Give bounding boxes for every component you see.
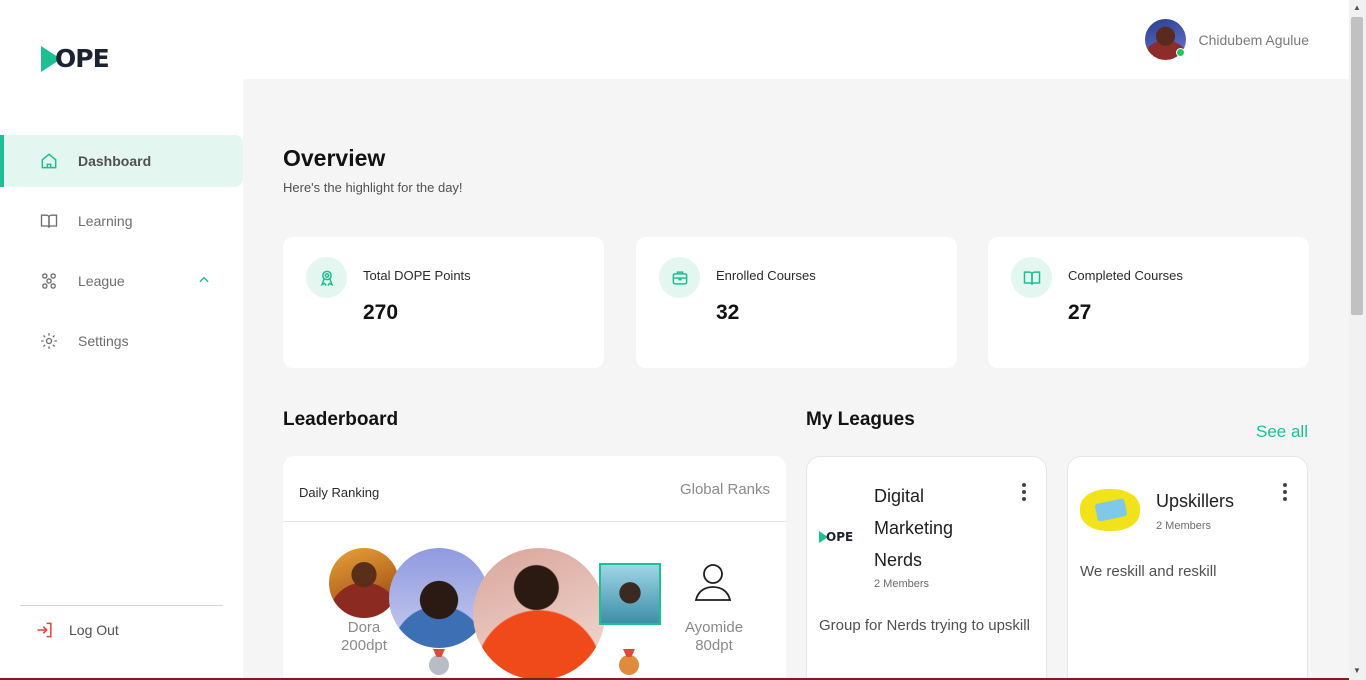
sidebar-divider xyxy=(20,605,223,606)
rank-entry-ayomide: Ayomide 80dpt xyxy=(674,619,754,655)
book-icon xyxy=(38,210,60,232)
online-status-indicator xyxy=(1176,48,1186,57)
stat-card-enrolled: Enrolled Courses 32 xyxy=(636,237,957,368)
my-leagues-title: My Leagues xyxy=(806,409,915,430)
sidebar-item-label: League xyxy=(78,273,125,289)
sidebar-item-label: Settings xyxy=(78,333,129,349)
sidebar-item-learning[interactable]: Learning xyxy=(0,195,243,247)
dope-logo[interactable]: OPE xyxy=(41,44,110,73)
stat-value: 32 xyxy=(716,301,740,324)
stat-label: Total DOPE Points xyxy=(363,268,471,283)
scroll-up-icon[interactable]: ▲ xyxy=(1353,3,1361,12)
rank-name: Ayomide xyxy=(684,619,744,636)
page-title: Overview xyxy=(283,145,386,171)
stat-label: Enrolled Courses xyxy=(716,268,816,283)
sidebar-item-label: Learning xyxy=(78,213,133,229)
vertical-scrollbar[interactable]: ▲ ▼ xyxy=(1349,0,1366,680)
logout-icon xyxy=(35,620,55,640)
rank-points: 200dpt xyxy=(341,637,387,654)
user-placeholder-icon xyxy=(691,560,735,604)
more-options-icon[interactable] xyxy=(1022,483,1026,501)
top-header: Chidubem Agulue xyxy=(243,0,1349,79)
leaderboard-title: Leaderboard xyxy=(283,409,399,430)
stat-card-completed: Completed Courses 27 xyxy=(988,237,1309,368)
rank-points: 80dpt xyxy=(695,637,733,654)
user-profile[interactable]: Chidubem Agulue xyxy=(1145,19,1309,60)
sidebar-item-league[interactable]: League xyxy=(0,255,243,307)
sidebar-nav: Dashboard Learning League Settings xyxy=(0,135,243,375)
avatar[interactable] xyxy=(1145,19,1187,60)
stat-value: 270 xyxy=(363,301,399,324)
briefcase-icon xyxy=(659,257,700,298)
sidebar-item-label: Dashboard xyxy=(78,153,152,169)
rank-entry-dora: Dora 200dpt xyxy=(324,619,404,655)
league-members: 2 Members xyxy=(1156,520,1212,532)
tab-daily-ranking[interactable]: Daily Ranking xyxy=(299,485,379,500)
stat-value: 27 xyxy=(1068,301,1092,324)
logo-text: OPE xyxy=(55,44,110,73)
league-logo xyxy=(1080,489,1140,531)
rank-avatar-first[interactable] xyxy=(473,548,605,680)
scroll-down-icon[interactable]: ▼ xyxy=(1353,666,1361,675)
page-subtitle: Here's the highlight for the day! xyxy=(283,180,463,195)
league-logo-text: OPE xyxy=(826,530,854,544)
main-content: Overview Here's the highlight for the da… xyxy=(243,79,1349,680)
award-icon xyxy=(306,257,347,298)
league-description: We reskill and reskill xyxy=(1080,563,1217,580)
book-icon xyxy=(1011,257,1052,298)
leaderboard-tabs: Daily Ranking Global Ranks xyxy=(283,456,786,522)
league-description: Group for Nerds trying to upskill xyxy=(819,617,1030,634)
sidebar: OPE Dashboard Learning League Settings L… xyxy=(0,0,243,680)
user-name: Chidubem Agulue xyxy=(1198,31,1309,48)
tab-global-ranks[interactable]: Global Ranks xyxy=(680,481,770,498)
rank-name: Dora xyxy=(347,619,381,636)
league-card-digital-marketing[interactable]: OPE Digital Marketing Nerds 2 Members Gr… xyxy=(806,456,1047,680)
stat-card-points: Total DOPE Points 270 xyxy=(283,237,604,368)
stat-label: Completed Courses xyxy=(1068,268,1183,283)
chevron-up-icon[interactable] xyxy=(197,273,211,290)
sidebar-item-dashboard[interactable]: Dashboard xyxy=(0,135,243,187)
group-icon xyxy=(38,270,60,292)
rank-avatar-dora[interactable] xyxy=(329,548,399,618)
sidebar-item-settings[interactable]: Settings xyxy=(0,315,243,367)
league-members: 2 Members xyxy=(874,578,930,590)
league-name: Upskillers xyxy=(1156,491,1235,511)
gear-icon xyxy=(38,330,60,352)
logout-button[interactable]: Log Out xyxy=(35,620,119,640)
rank-avatar-fourth[interactable] xyxy=(599,563,661,625)
bronze-medal-icon xyxy=(619,655,639,675)
league-name: Digital Marketing Nerds xyxy=(874,486,954,570)
league-card-upskillers[interactable]: Upskillers 2 Members We reskill and resk… xyxy=(1067,456,1308,680)
more-options-icon[interactable] xyxy=(1283,483,1287,501)
leaderboard-card: Daily Ranking Global Ranks Dora 200dpt A… xyxy=(283,456,786,680)
see-all-link[interactable]: See all xyxy=(1256,422,1308,442)
home-icon xyxy=(38,150,60,172)
league-logo: OPE xyxy=(819,530,853,544)
scrollbar-thumb[interactable] xyxy=(1351,17,1363,315)
silver-medal-icon xyxy=(429,655,449,675)
logout-label: Log Out xyxy=(69,622,119,638)
